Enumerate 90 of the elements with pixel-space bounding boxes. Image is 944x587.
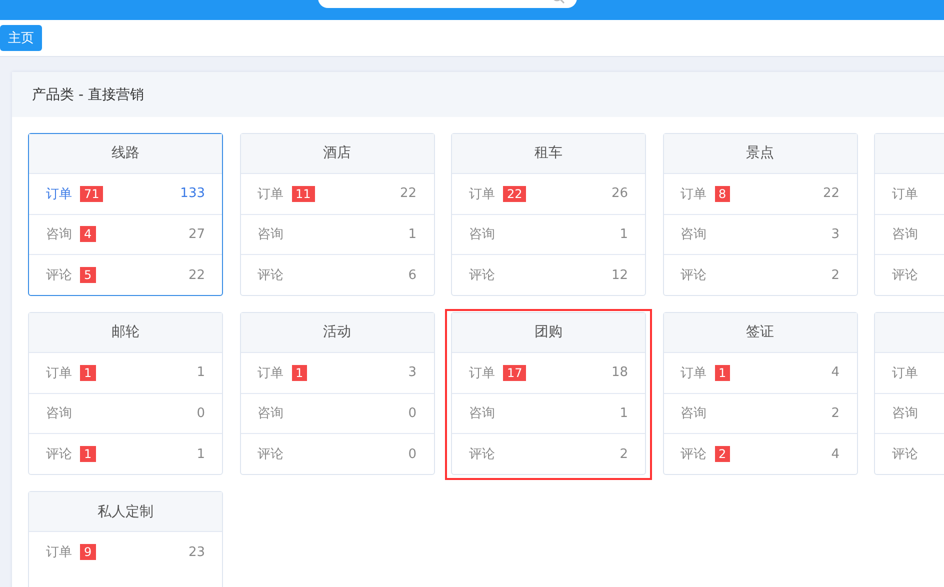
row-label[interactable]: 评论 xyxy=(258,445,284,464)
row-label[interactable]: 评论 xyxy=(46,266,72,284)
count-badge: 5 xyxy=(80,267,96,284)
row-label[interactable]: 订单 xyxy=(46,543,72,561)
panel-title: 产品类 - 直接营销 xyxy=(32,86,144,104)
card-header: 酒店 xyxy=(240,134,434,173)
row-label[interactable]: 订单 xyxy=(258,364,284,382)
tab[interactable]: 主页 xyxy=(0,25,42,51)
count-badge: 17 xyxy=(503,364,526,381)
card-header: 邮轮 xyxy=(29,313,222,352)
row-count: 6 xyxy=(408,268,416,283)
row-label[interactable]: 咨询 xyxy=(680,225,706,244)
category-card[interactable]: 签证 订单 1 4 咨询 2 评论 2 4 xyxy=(662,312,858,475)
category-card[interactable]: 私人定制 订单 9 23 xyxy=(28,491,223,587)
row-count: 23 xyxy=(188,544,205,560)
row-label[interactable]: 评论 xyxy=(469,445,495,464)
row-count: 4 xyxy=(831,446,840,462)
row-label[interactable]: 评论 xyxy=(680,266,706,284)
card-header: 活动 xyxy=(240,313,434,352)
row-label[interactable]: 评论 xyxy=(469,266,495,284)
row-label[interactable]: 订单 xyxy=(680,364,706,382)
card-header: 私人定制 xyxy=(29,492,222,531)
count-badge: 1 xyxy=(80,364,96,381)
row-label[interactable]: 咨询 xyxy=(258,404,284,422)
row-label[interactable]: 咨询 xyxy=(258,225,284,244)
row-label[interactable]: 咨询 xyxy=(46,225,72,244)
row-count: 1 xyxy=(408,226,416,242)
row-count: 22 xyxy=(188,268,205,283)
row-count: 2 xyxy=(831,268,840,283)
row-count: 0 xyxy=(196,406,205,421)
row-count: 2 xyxy=(620,446,628,462)
category-card[interactable]: 订单 咨询 评论 xyxy=(874,133,944,296)
row-label[interactable]: 订单 xyxy=(258,184,284,203)
row-label[interactable]: 评论 xyxy=(892,445,918,464)
category-card[interactable]: 活动 订单 1 3 咨询 0 评论 0 xyxy=(240,312,434,475)
row-count: 3 xyxy=(831,226,840,242)
row-count: 12 xyxy=(611,268,628,283)
row-count: 1 xyxy=(196,446,205,462)
row-label[interactable]: 评论 xyxy=(892,266,918,284)
count-badge: 71 xyxy=(80,186,104,202)
row-label[interactable]: 评论 xyxy=(46,445,72,464)
category-card[interactable]: 租车 订单 22 26 咨询 1 评论 12 xyxy=(451,133,646,296)
row-label[interactable]: 订单 xyxy=(680,184,706,203)
row-count: 0 xyxy=(408,406,416,421)
category-card[interactable]: 邮轮 订单 1 1 咨询 0 评论 1 1 xyxy=(28,312,223,475)
row-label[interactable]: 评论 xyxy=(258,266,284,284)
row-count: 1 xyxy=(620,226,628,242)
row-count: 22 xyxy=(822,186,840,202)
count-badge: 22 xyxy=(503,186,526,202)
row-label[interactable]: 订单 xyxy=(46,184,72,203)
row-count: 4 xyxy=(831,365,840,380)
row-count: 133 xyxy=(180,186,205,202)
card-header: 线路 xyxy=(29,134,222,173)
row-label[interactable]: 咨询 xyxy=(680,404,706,422)
count-badge: 4 xyxy=(80,226,96,242)
count-badge: 1 xyxy=(292,364,308,381)
row-label[interactable]: 咨询 xyxy=(469,225,495,244)
card-header: 团购 xyxy=(452,313,645,352)
row-count: 0 xyxy=(408,446,416,462)
row-count: 1 xyxy=(620,406,628,421)
count-badge: 1 xyxy=(714,364,730,381)
category-card[interactable]: 线路 订单 71 133 咨询 4 27 评论 5 22 xyxy=(28,133,223,296)
row-label[interactable]: 订单 xyxy=(892,364,918,382)
row-label[interactable]: 订单 xyxy=(892,184,918,203)
card-header: 签证 xyxy=(664,313,856,352)
row-label[interactable]: 评论 xyxy=(680,445,706,464)
category-card[interactable]: 订单 咨询 评论 xyxy=(874,312,944,475)
row-count: 22 xyxy=(400,186,416,202)
category-card[interactable]: 景点 订单 8 22 咨询 3 评论 2 xyxy=(662,133,858,296)
row-count: 26 xyxy=(611,186,628,202)
row-label[interactable]: 订单 xyxy=(46,364,72,382)
row-label[interactable]: 咨询 xyxy=(469,404,495,422)
row-label[interactable]: 咨询 xyxy=(892,404,918,422)
card-header: 景点 xyxy=(664,134,856,173)
row-count: 18 xyxy=(611,365,628,380)
row-label[interactable]: 订单 xyxy=(469,184,495,203)
count-badge: 11 xyxy=(292,186,315,202)
row-count: 2 xyxy=(831,406,840,421)
row-label[interactable]: 咨询 xyxy=(46,404,72,422)
count-badge: 1 xyxy=(80,446,96,462)
count-badge: 2 xyxy=(714,446,730,462)
row-count: 3 xyxy=(408,365,416,380)
count-badge: 9 xyxy=(80,544,96,560)
card-header: 租车 xyxy=(452,134,645,173)
row-label[interactable]: 订单 xyxy=(469,364,495,382)
row-label[interactable]: 咨询 xyxy=(892,225,918,244)
row-count: 1 xyxy=(196,365,205,380)
count-badge: 8 xyxy=(714,186,730,202)
category-card[interactable]: 酒店 订单 11 22 咨询 1 评论 6 xyxy=(240,133,434,296)
row-count: 27 xyxy=(188,226,205,242)
